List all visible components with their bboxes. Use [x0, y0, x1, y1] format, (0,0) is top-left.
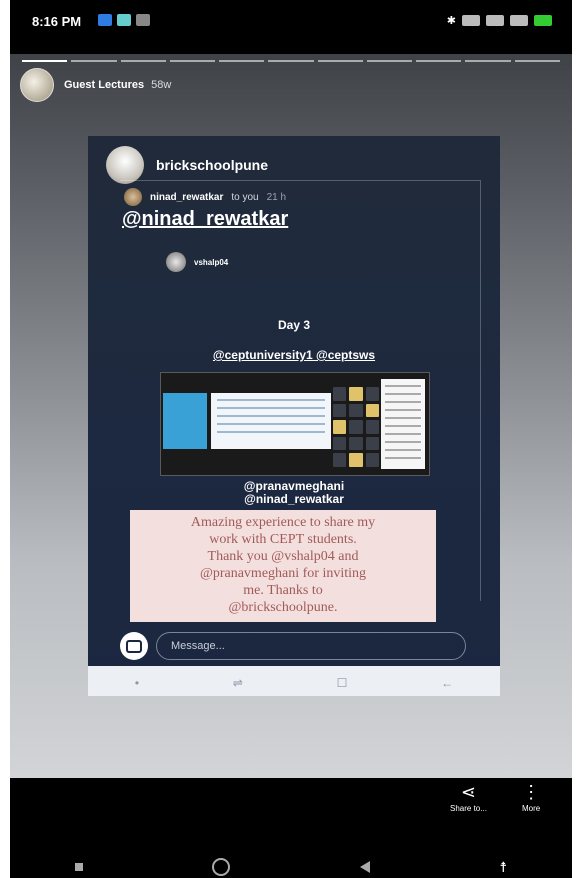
- status-bar: 8:16 PM ✱: [10, 0, 572, 46]
- share-button[interactable]: ⋖ Share to...: [450, 780, 487, 813]
- inner-nav-bar: • ⇌ ☐ ←: [88, 666, 500, 696]
- progress-segment: [169, 60, 216, 62]
- quote-line: Thank you @vshalp04 and: [207, 549, 359, 564]
- day-label: Day 3: [277, 318, 311, 332]
- inner-nav-back-icon: ←: [441, 676, 454, 690]
- share-label[interactable]: Share to...: [450, 804, 487, 813]
- shared-story: vshalp04 Day 3 @ceptuniversity1 @ceptsws: [160, 248, 430, 488]
- notification-icons: [98, 14, 150, 26]
- message-input: Message...: [156, 632, 466, 660]
- more-button[interactable]: ⋮ More: [522, 780, 540, 813]
- video-call-screenshot: [160, 372, 430, 476]
- progress-segment: [366, 60, 413, 62]
- app-notification-icon: [98, 14, 112, 26]
- account-name[interactable]: Guest Lectures 58w: [64, 79, 171, 91]
- document-panel: [211, 393, 331, 449]
- system-nav-bar: ☨: [10, 856, 572, 878]
- message-bar: Message...: [120, 632, 466, 660]
- reply-to: to you: [231, 191, 259, 203]
- app-notification-icon: [136, 14, 150, 26]
- shared-screenshot: brickschoolpune ninad_rewatkar to you 21…: [88, 136, 500, 696]
- shared-story-username: vshalp04: [194, 257, 229, 267]
- mention-tags: @ceptuniversity1 @ceptsws: [212, 348, 376, 362]
- quote-line: @pranavmeghani for inviting: [199, 566, 367, 581]
- recent-apps-icon[interactable]: [74, 863, 83, 871]
- mention-tags-bottom: @pranavmeghani @ninad_rewatkar: [88, 480, 500, 506]
- vpn-icon: [462, 15, 480, 26]
- reply-mention: @ninad_rewatkar: [122, 208, 289, 230]
- progress-segment: [514, 60, 560, 62]
- participant-grid: [333, 387, 379, 467]
- quote-card: Amazing experience to share my work with…: [130, 510, 436, 622]
- story-actions: ⋖ Share to... ⋮ More ☨: [10, 778, 572, 878]
- camera-icon: [120, 632, 148, 660]
- inner-nav-switch-icon: ⇌: [232, 676, 243, 690]
- shared-story-avatar: [166, 252, 186, 272]
- avatar[interactable]: [20, 68, 54, 102]
- progress-segment: [465, 60, 511, 62]
- system-status-icons: ✱: [447, 14, 552, 27]
- status-time: 8:16 PM: [32, 14, 82, 29]
- progress-segment: [71, 60, 117, 62]
- accessibility-icon[interactable]: ☨: [500, 859, 508, 876]
- bluetooth-icon: ✱: [446, 15, 456, 27]
- reply-meta: ninad_rewatkar to you 21 h: [124, 188, 286, 206]
- inner-header: brickschoolpune: [106, 146, 268, 184]
- quote-line: @brickschoolpune.: [228, 600, 338, 615]
- back-icon[interactable]: [359, 861, 370, 873]
- progress-segment: [22, 60, 68, 62]
- reply-age: 21 h: [266, 191, 287, 203]
- inner-avatar: [106, 146, 144, 184]
- progress-segment: [416, 60, 462, 62]
- story-age: 58w: [151, 79, 172, 91]
- wifi-icon: [510, 15, 528, 26]
- progress-segment: [268, 60, 314, 62]
- participant-list: [381, 379, 425, 469]
- more-icon[interactable]: ⋮: [522, 780, 540, 804]
- inner-nav-home-icon: ☐: [336, 676, 348, 690]
- progress-segment: [120, 60, 166, 62]
- story-progress: [22, 60, 560, 62]
- account-name-label[interactable]: Guest Lectures: [64, 79, 144, 91]
- story-header[interactable]: Guest Lectures 58w: [20, 68, 171, 102]
- progress-segment: [219, 60, 265, 62]
- quote-line: work with CEPT students.: [209, 532, 357, 547]
- quote-line: me. Thanks to: [243, 583, 323, 598]
- inner-account-name: brickschoolpune: [156, 157, 269, 173]
- progress-segment: [317, 60, 363, 62]
- reply-user: ninad_rewatkar: [150, 191, 224, 203]
- battery-icon: [534, 15, 552, 26]
- mention-ninad: @ninad_rewatkar: [244, 492, 344, 506]
- quote-line: Amazing experience to share my: [190, 515, 376, 530]
- share-icon[interactable]: ⋖: [450, 780, 487, 804]
- more-label[interactable]: More: [522, 804, 540, 813]
- home-icon[interactable]: [212, 858, 231, 876]
- shared-story-user: vshalp04: [166, 252, 228, 272]
- phone-screen: 8:16 PM ✱ Guest Lectures 58w brickschool…: [10, 0, 572, 878]
- presentation-panel: [163, 393, 207, 449]
- inner-nav-dot-icon: •: [134, 676, 140, 690]
- signal-icon: [486, 15, 504, 26]
- reply-avatar: [124, 188, 142, 206]
- app-notification-icon: [117, 14, 131, 26]
